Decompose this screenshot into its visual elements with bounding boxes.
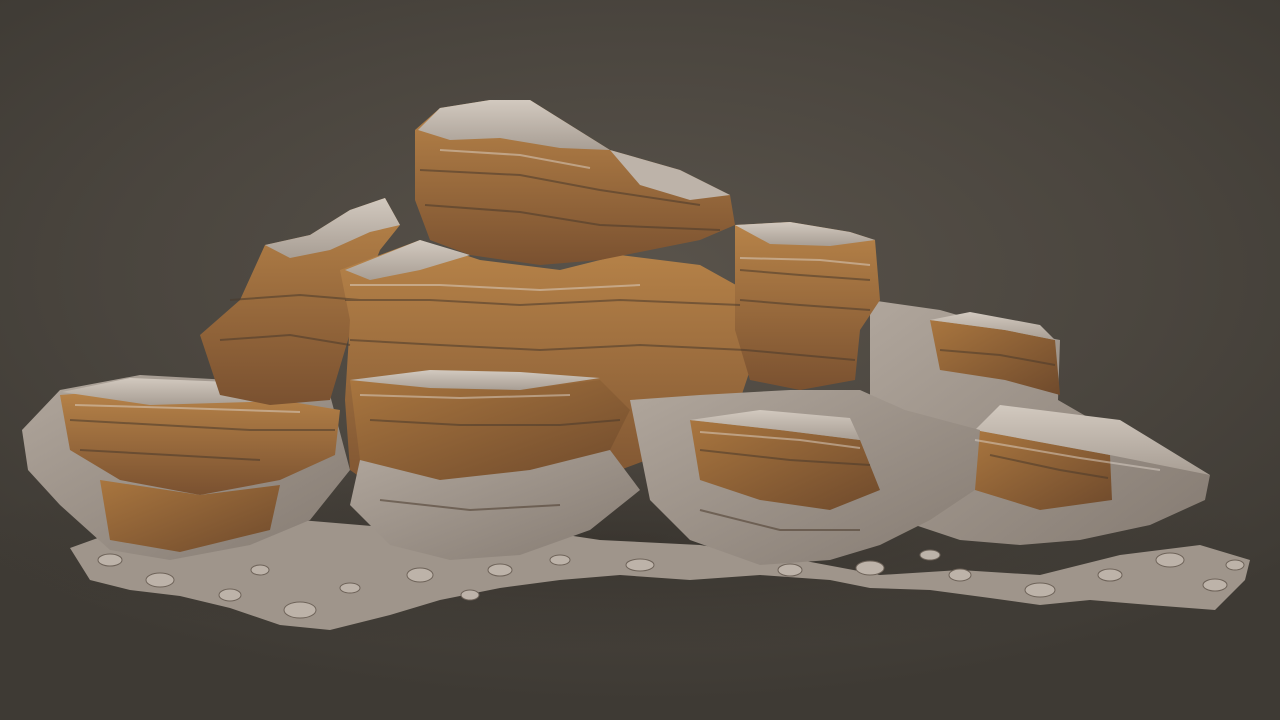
rock-formation-render (0, 100, 1260, 650)
render-viewport (0, 0, 1280, 720)
